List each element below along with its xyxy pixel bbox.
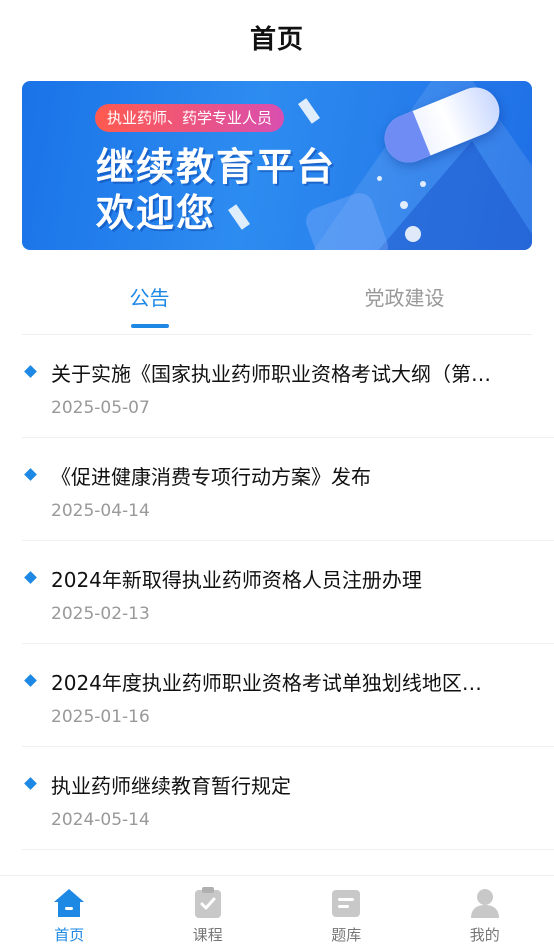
banner-decoration (228, 204, 250, 229)
bullet-diamond-icon (24, 468, 37, 481)
tab-bar: 公告 党政建设 (22, 270, 532, 335)
page-title: 首页 (250, 19, 304, 56)
nav-label: 题库 (277, 924, 416, 945)
header: 首页 (0, 0, 554, 74)
announcement-title: 执业药师继续教育暂行规定 (51, 770, 531, 799)
announcement-date: 2025-04-14 (51, 501, 150, 521)
tab-label: 公告 (130, 286, 170, 310)
announcement-title: 2024年度执业药师职业资格考试单独划线地区… (51, 667, 531, 696)
banner-decoration (377, 176, 382, 181)
tab-announcements[interactable]: 公告 (22, 270, 277, 334)
bullet-diamond-icon (24, 674, 37, 687)
banner-decoration (420, 181, 426, 187)
list-item[interactable]: 《促进健康消费专项行动方案》发布 2025-04-14 (22, 438, 554, 541)
announcement-title: 《促进健康消费专项行动方案》发布 (51, 461, 531, 490)
announcement-list: 关于实施《国家执业药师职业资格考试大纲（第… 2025-05-07 《促进健康消… (22, 335, 554, 850)
nav-label: 我的 (416, 924, 554, 945)
bottom-nav: 首页 课程 题库 我的 (0, 875, 554, 952)
banner[interactable]: 执业药师、药学专业人员 继续教育平台 欢迎您 (22, 81, 532, 250)
announcement-date: 2025-02-13 (51, 604, 150, 624)
banner-tag: 执业药师、药学专业人员 (95, 104, 284, 132)
banner-subheadline: 欢迎您 (96, 182, 216, 237)
banner-decoration (400, 201, 408, 209)
tab-label: 党政建设 (365, 286, 445, 310)
home-icon (52, 886, 86, 920)
announcement-title: 关于实施《国家执业药师职业资格考试大纲（第… (51, 358, 531, 387)
list-item[interactable]: 关于实施《国家执业药师职业资格考试大纲（第… 2025-05-07 (22, 335, 554, 438)
nav-course[interactable]: 课程 (139, 876, 278, 952)
list-item[interactable]: 2024年新取得执业药师资格人员注册办理 2025-02-13 (22, 541, 554, 644)
nav-question-bank[interactable]: 题库 (277, 876, 416, 952)
tab-party-building[interactable]: 党政建设 (277, 270, 532, 334)
bullet-diamond-icon (24, 365, 37, 378)
question-bank-icon (329, 886, 363, 920)
nav-home[interactable]: 首页 (0, 876, 139, 952)
tab-active-indicator (131, 324, 169, 328)
bullet-diamond-icon (24, 777, 37, 790)
list-item[interactable]: 2024年度执业药师职业资格考试单独划线地区… 2025-01-16 (22, 644, 554, 747)
nav-label: 课程 (139, 924, 278, 945)
profile-icon (468, 886, 502, 920)
nav-profile[interactable]: 我的 (416, 876, 554, 952)
nav-label: 首页 (0, 924, 139, 945)
banner-decoration (405, 226, 421, 242)
announcement-date: 2024-05-14 (51, 810, 150, 830)
announcement-title: 2024年新取得执业药师资格人员注册办理 (51, 564, 531, 593)
bullet-diamond-icon (24, 571, 37, 584)
list-item[interactable]: 执业药师继续教育暂行规定 2024-05-14 (22, 747, 554, 850)
announcement-date: 2025-05-07 (51, 398, 150, 418)
announcement-date: 2025-01-16 (51, 707, 150, 727)
course-icon (191, 886, 225, 920)
